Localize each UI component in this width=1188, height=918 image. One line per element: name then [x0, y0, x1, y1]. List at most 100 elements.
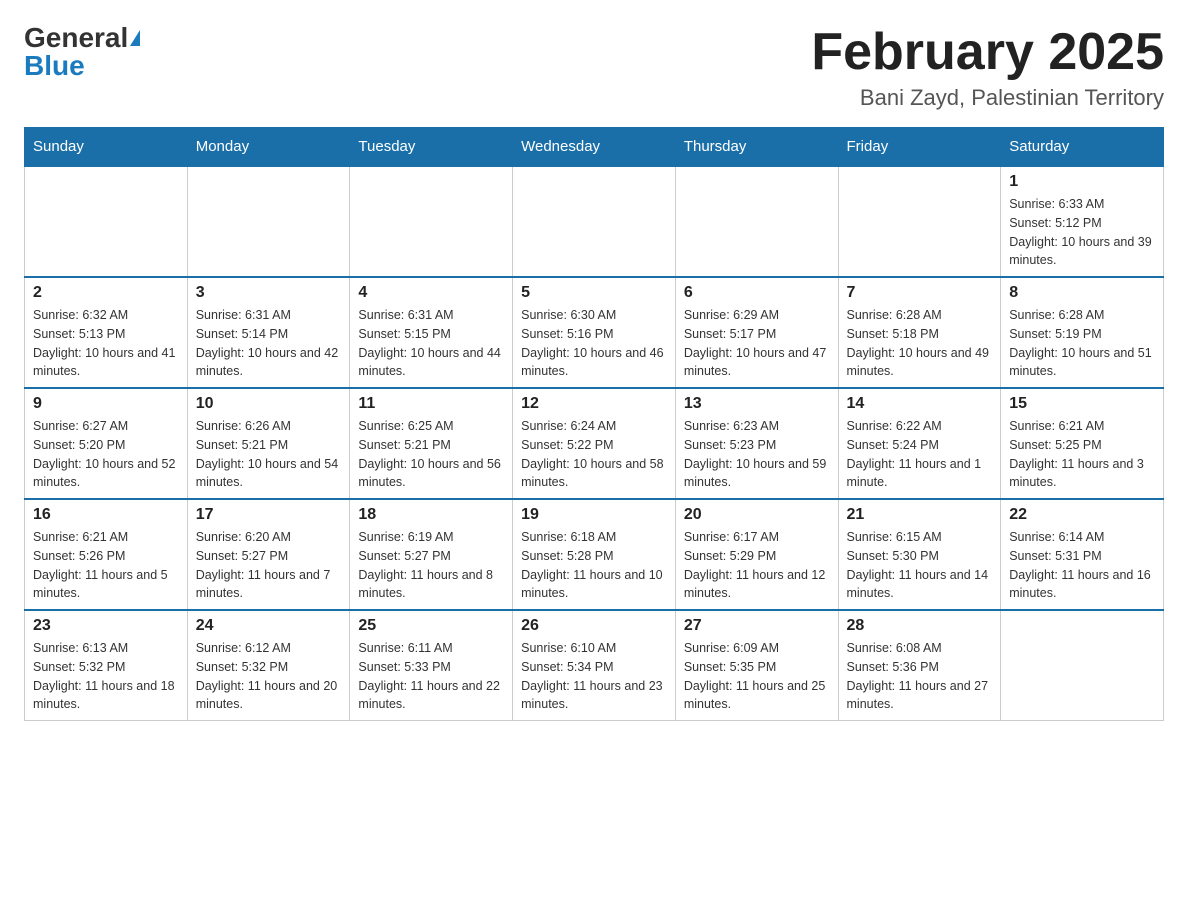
- day-info: Sunrise: 6:14 AMSunset: 5:31 PMDaylight:…: [1009, 528, 1155, 603]
- day-number: 26: [521, 617, 667, 635]
- calendar-cell: 22 Sunrise: 6:14 AMSunset: 5:31 PMDayligh…: [1001, 499, 1164, 610]
- day-number: 24: [196, 617, 342, 635]
- calendar-cell: 20Sunrise: 6:17 AMSunset: 5:29 PMDayligh…: [675, 499, 838, 610]
- day-info: Sunrise: 6:21 AMSunset: 5:26 PMDaylight:…: [33, 528, 179, 603]
- day-number: 16: [33, 506, 179, 524]
- day-number: 5: [521, 284, 667, 302]
- day-info: Sunrise: 6:30 AMSunset: 5:16 PMDaylight:…: [521, 306, 667, 381]
- calendar-cell: [25, 166, 188, 277]
- day-header-friday: Friday: [838, 128, 1001, 167]
- calendar-cell: [675, 166, 838, 277]
- day-number: 22: [1009, 506, 1155, 524]
- logo: General Blue: [24, 24, 140, 80]
- month-title: February 2025: [811, 24, 1164, 81]
- calendar-cell: 18 Sunrise: 6:19 AMSunset: 5:27 PMDayligh…: [350, 499, 513, 610]
- day-number: 9: [33, 395, 179, 413]
- day-info: Sunrise: 6:27 AMSunset: 5:20 PMDaylight:…: [33, 417, 179, 492]
- day-number: 12: [521, 395, 667, 413]
- day-number: 18: [358, 506, 504, 524]
- day-info: Sunrise: 6:15 AMSunset: 5:30 PMDaylight:…: [847, 528, 993, 603]
- calendar-cell: 17 Sunrise: 6:20 AMSunset: 5:27 PMDayligh…: [187, 499, 350, 610]
- day-number: 2: [33, 284, 179, 302]
- day-info: Sunrise: 6:19 AMSunset: 5:27 PMDaylight:…: [358, 528, 504, 603]
- week-row-5: 23 Sunrise: 6:13 AMSunset: 5:32 PMDayligh…: [25, 610, 1164, 721]
- calendar-cell: 8 Sunrise: 6:28 AMSunset: 5:19 PMDaylight…: [1001, 277, 1164, 388]
- day-number: 1: [1009, 173, 1155, 191]
- day-number: 19: [521, 506, 667, 524]
- location: Bani Zayd, Palestinian Territory: [811, 85, 1164, 111]
- calendar-cell: 5 Sunrise: 6:30 AMSunset: 5:16 PMDaylight…: [513, 277, 676, 388]
- day-number: 15: [1009, 395, 1155, 413]
- day-info: Sunrise: 6:08 AMSunset: 5:36 PMDaylight:…: [847, 639, 993, 714]
- calendar-cell: 14Sunrise: 6:22 AMSunset: 5:24 PMDayligh…: [838, 388, 1001, 499]
- calendar-cell: 27 Sunrise: 6:09 AMSunset: 5:35 PMDayligh…: [675, 610, 838, 721]
- day-number: 8: [1009, 284, 1155, 302]
- day-info: Sunrise: 6:28 AMSunset: 5:19 PMDaylight:…: [1009, 306, 1155, 381]
- calendar-cell: 19 Sunrise: 6:18 AMSunset: 5:28 PMDayligh…: [513, 499, 676, 610]
- day-info: Sunrise: 6:22 AMSunset: 5:24 PMDaylight:…: [847, 417, 993, 492]
- calendar-cell: [838, 166, 1001, 277]
- calendar-cell: 23 Sunrise: 6:13 AMSunset: 5:32 PMDayligh…: [25, 610, 188, 721]
- logo-blue-text: Blue: [24, 52, 85, 80]
- calendar-cell: 1 Sunrise: 6:33 AMSunset: 5:12 PMDaylight…: [1001, 166, 1164, 277]
- day-number: 10: [196, 395, 342, 413]
- day-info: Sunrise: 6:32 AMSunset: 5:13 PMDaylight:…: [33, 306, 179, 381]
- day-info: Sunrise: 6:12 AMSunset: 5:32 PMDaylight:…: [196, 639, 342, 714]
- calendar-cell: 24 Sunrise: 6:12 AMSunset: 5:32 PMDayligh…: [187, 610, 350, 721]
- day-info: Sunrise: 6:33 AMSunset: 5:12 PMDaylight:…: [1009, 195, 1155, 270]
- calendar-cell: 15 Sunrise: 6:21 AMSunset: 5:25 PMDayligh…: [1001, 388, 1164, 499]
- day-info: Sunrise: 6:25 AMSunset: 5:21 PMDaylight:…: [358, 417, 504, 492]
- calendar-cell: 26Sunrise: 6:10 AMSunset: 5:34 PMDayligh…: [513, 610, 676, 721]
- day-number: 23: [33, 617, 179, 635]
- calendar-cell: 11 Sunrise: 6:25 AMSunset: 5:21 PMDayligh…: [350, 388, 513, 499]
- day-number: 4: [358, 284, 504, 302]
- day-number: 11: [358, 395, 504, 413]
- calendar-header-row: SundayMondayTuesdayWednesdayThursdayFrid…: [25, 128, 1164, 167]
- calendar-cell: 12Sunrise: 6:24 AMSunset: 5:22 PMDayligh…: [513, 388, 676, 499]
- calendar-cell: 4 Sunrise: 6:31 AMSunset: 5:15 PMDaylight…: [350, 277, 513, 388]
- day-info: Sunrise: 6:18 AMSunset: 5:28 PMDaylight:…: [521, 528, 667, 603]
- day-number: 28: [847, 617, 993, 635]
- week-row-2: 2 Sunrise: 6:32 AMSunset: 5:13 PMDaylight…: [25, 277, 1164, 388]
- week-row-4: 16 Sunrise: 6:21 AMSunset: 5:26 PMDayligh…: [25, 499, 1164, 610]
- calendar-cell: 28 Sunrise: 6:08 AMSunset: 5:36 PMDayligh…: [838, 610, 1001, 721]
- day-header-monday: Monday: [187, 128, 350, 167]
- calendar-cell: 6 Sunrise: 6:29 AMSunset: 5:17 PMDaylight…: [675, 277, 838, 388]
- day-info: Sunrise: 6:09 AMSunset: 5:35 PMDaylight:…: [684, 639, 830, 714]
- day-header-sunday: Sunday: [25, 128, 188, 167]
- day-number: 25: [358, 617, 504, 635]
- day-header-thursday: Thursday: [675, 128, 838, 167]
- day-number: 27: [684, 617, 830, 635]
- calendar-cell: [350, 166, 513, 277]
- day-number: 3: [196, 284, 342, 302]
- day-header-tuesday: Tuesday: [350, 128, 513, 167]
- day-number: 17: [196, 506, 342, 524]
- calendar-cell: 10Sunrise: 6:26 AMSunset: 5:21 PMDayligh…: [187, 388, 350, 499]
- day-info: Sunrise: 6:31 AMSunset: 5:15 PMDaylight:…: [358, 306, 504, 381]
- calendar-cell: [1001, 610, 1164, 721]
- day-info: Sunrise: 6:21 AMSunset: 5:25 PMDaylight:…: [1009, 417, 1155, 492]
- day-number: 6: [684, 284, 830, 302]
- day-number: 7: [847, 284, 993, 302]
- calendar-cell: 25Sunrise: 6:11 AMSunset: 5:33 PMDayligh…: [350, 610, 513, 721]
- calendar-cell: 2 Sunrise: 6:32 AMSunset: 5:13 PMDaylight…: [25, 277, 188, 388]
- day-info: Sunrise: 6:29 AMSunset: 5:17 PMDaylight:…: [684, 306, 830, 381]
- calendar-cell: 3 Sunrise: 6:31 AMSunset: 5:14 PMDaylight…: [187, 277, 350, 388]
- day-info: Sunrise: 6:23 AMSunset: 5:23 PMDaylight:…: [684, 417, 830, 492]
- week-row-1: 1 Sunrise: 6:33 AMSunset: 5:12 PMDaylight…: [25, 166, 1164, 277]
- day-number: 13: [684, 395, 830, 413]
- day-info: Sunrise: 6:31 AMSunset: 5:14 PMDaylight:…: [196, 306, 342, 381]
- week-row-3: 9 Sunrise: 6:27 AMSunset: 5:20 PMDaylight…: [25, 388, 1164, 499]
- day-info: Sunrise: 6:13 AMSunset: 5:32 PMDaylight:…: [33, 639, 179, 714]
- logo-triangle-icon: [130, 30, 140, 46]
- calendar-cell: [513, 166, 676, 277]
- day-header-saturday: Saturday: [1001, 128, 1164, 167]
- calendar-cell: 13 Sunrise: 6:23 AMSunset: 5:23 PMDayligh…: [675, 388, 838, 499]
- day-number: 21: [847, 506, 993, 524]
- logo-general-text: General: [24, 24, 128, 52]
- calendar-cell: 16 Sunrise: 6:21 AMSunset: 5:26 PMDayligh…: [25, 499, 188, 610]
- day-info: Sunrise: 6:20 AMSunset: 5:27 PMDaylight:…: [196, 528, 342, 603]
- calendar-table: SundayMondayTuesdayWednesdayThursdayFrid…: [24, 127, 1164, 721]
- day-info: Sunrise: 6:28 AMSunset: 5:18 PMDaylight:…: [847, 306, 993, 381]
- calendar-cell: [187, 166, 350, 277]
